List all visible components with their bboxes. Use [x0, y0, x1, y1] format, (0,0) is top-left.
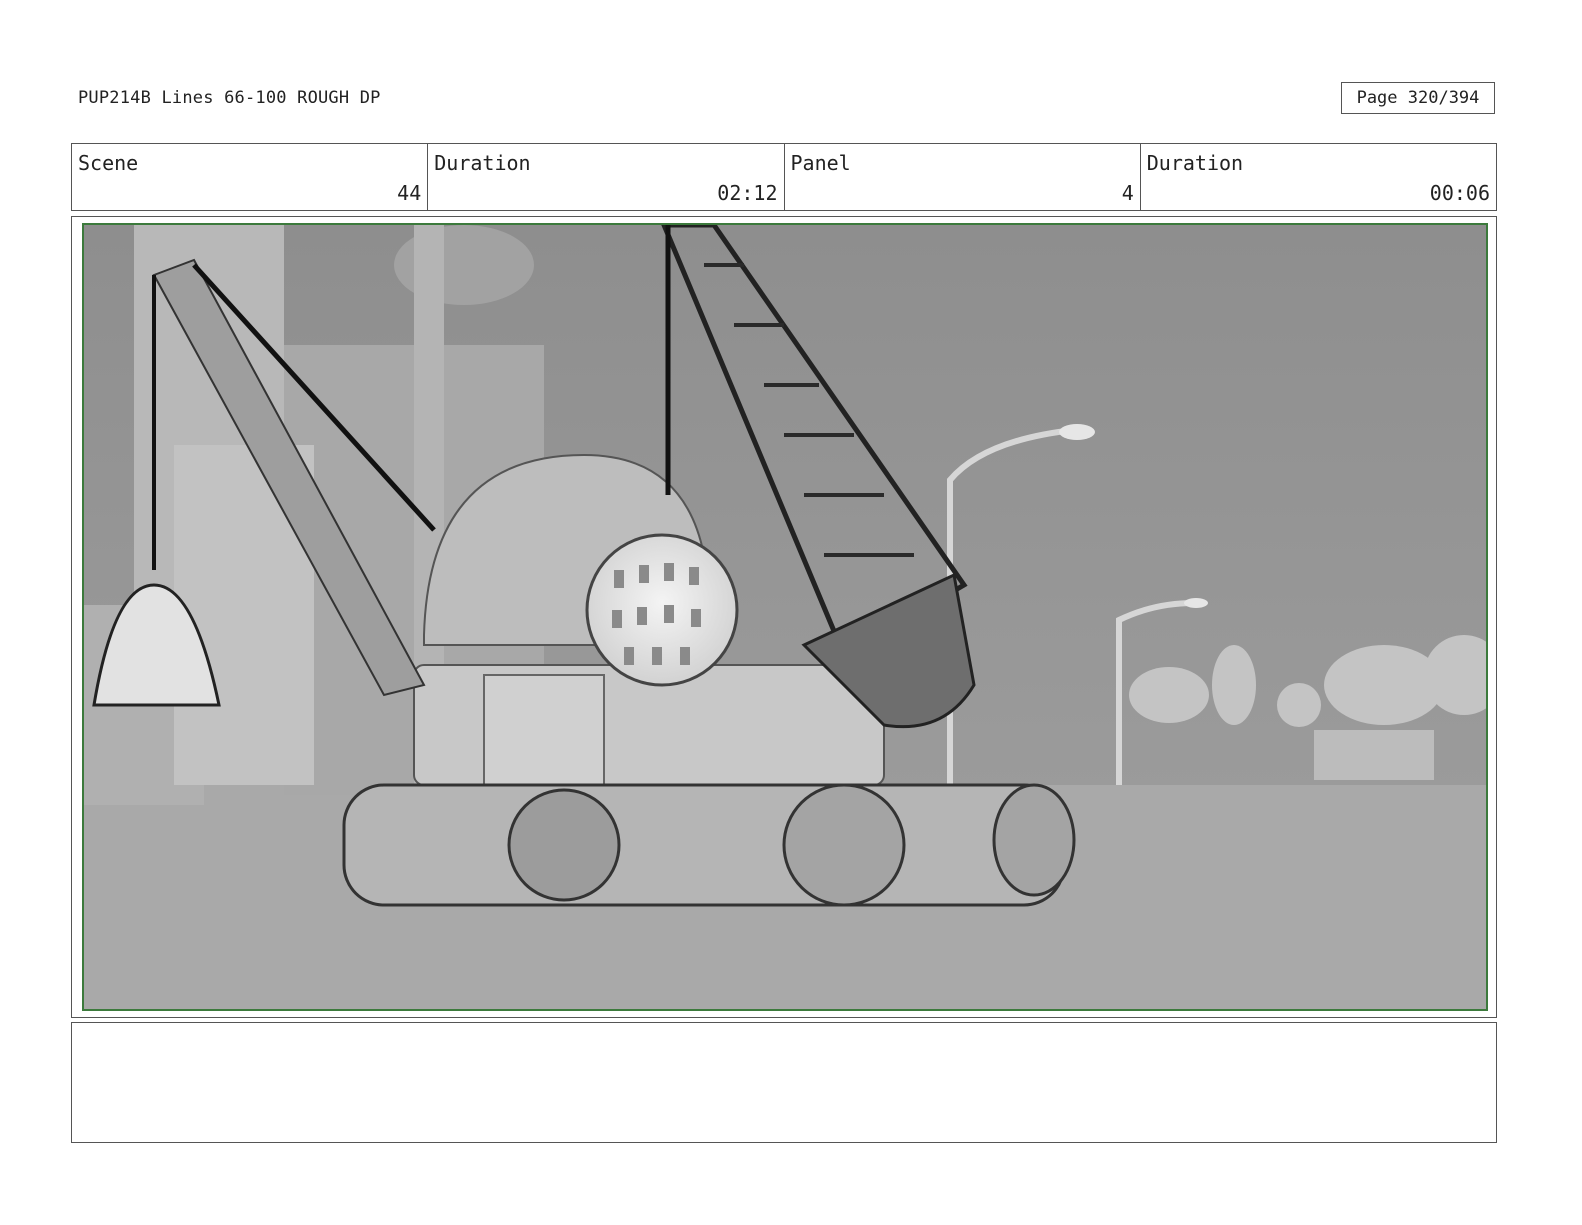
scene-value: 44: [397, 181, 422, 205]
panel-value: 4: [1121, 181, 1134, 205]
lamp-head: [1184, 598, 1208, 608]
lamp-head: [1059, 424, 1095, 440]
document-title: PUP214B Lines 66-100 ROUGH DP: [78, 88, 381, 108]
scene-duration-cell: Duration 02:12: [428, 144, 785, 210]
panel-duration-cell: Duration 00:06: [1141, 144, 1496, 210]
info-row: Scene 44 Duration 02:12 Panel 4 Duration…: [71, 143, 1497, 211]
scene-duration-value: 02:12: [717, 181, 778, 205]
scene-label: Scene: [78, 151, 139, 175]
panel-image: [82, 223, 1488, 1011]
notes-box: [71, 1022, 1497, 1143]
panel-label: Panel: [790, 151, 851, 175]
panel-cell: Panel 4: [785, 144, 1141, 210]
panel-duration-label: Duration: [1146, 151, 1244, 175]
scene-duration-label: Duration: [434, 151, 531, 175]
panel-duration-value: 00:06: [1429, 181, 1490, 205]
scene-cell: Scene 44: [72, 144, 429, 210]
page-indicator: Page 320/394: [1341, 82, 1495, 114]
storyboard-drawing: [84, 225, 1486, 1009]
